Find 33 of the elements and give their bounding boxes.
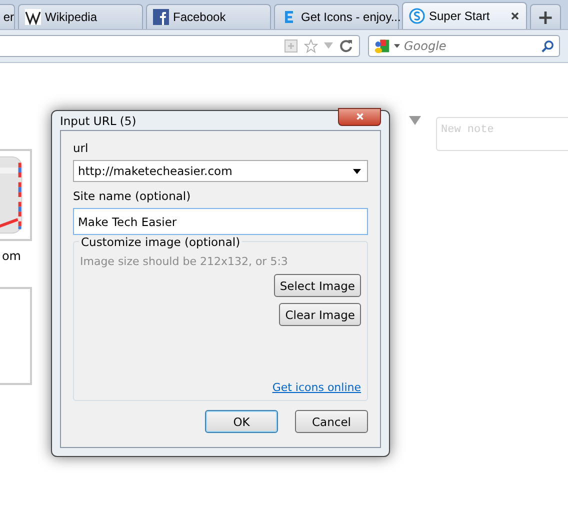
browser-tab[interactable]: er xyxy=(0,4,15,29)
new-tab-button[interactable]: + xyxy=(530,4,561,29)
close-icon xyxy=(354,112,364,121)
group-legend: Customize image (optional) xyxy=(79,235,242,249)
tile-label: om xyxy=(0,249,22,263)
star-icon[interactable] xyxy=(304,39,318,53)
ok-button[interactable]: OK xyxy=(205,410,278,433)
search-bar[interactable]: Google xyxy=(368,35,560,57)
clear-image-button[interactable]: Clear Image xyxy=(279,303,361,326)
browser-tab[interactable]: Get Icons - enjoy... xyxy=(274,4,399,29)
w-icon xyxy=(25,9,41,25)
select-image-button[interactable]: Select Image xyxy=(274,274,361,297)
hint-text: Image size should be 212x132, or 5:3 xyxy=(80,255,289,268)
caret-icon[interactable] xyxy=(394,44,400,48)
url-label: url xyxy=(73,141,90,155)
browser-tab[interactable]: Wikipedia xyxy=(18,4,143,29)
browser-tab[interactable]: Super Start xyxy=(402,2,527,29)
reload-icon[interactable] xyxy=(339,39,353,53)
dropdown-icon[interactable] xyxy=(409,116,421,125)
site-name-field[interactable]: Make Tech Easier xyxy=(73,208,368,235)
google-icon[interactable] xyxy=(374,38,390,54)
get-icons-link[interactable]: Get icons online xyxy=(272,381,361,394)
site-name-label: Site name (optional) xyxy=(73,189,192,203)
f-icon xyxy=(153,9,169,25)
search-icon[interactable] xyxy=(541,40,554,52)
dialog-title: Input URL (5) xyxy=(60,114,136,128)
close-icon[interactable] xyxy=(510,11,520,21)
url-dropdown[interactable]: http://maketecheasier.com xyxy=(73,160,368,182)
browser-tab[interactable]: Facebook xyxy=(146,4,271,29)
caret-icon[interactable] xyxy=(353,168,361,174)
close-button[interactable] xyxy=(338,108,381,126)
s-circle-icon xyxy=(409,8,425,24)
cancel-button[interactable]: Cancel xyxy=(295,410,368,433)
